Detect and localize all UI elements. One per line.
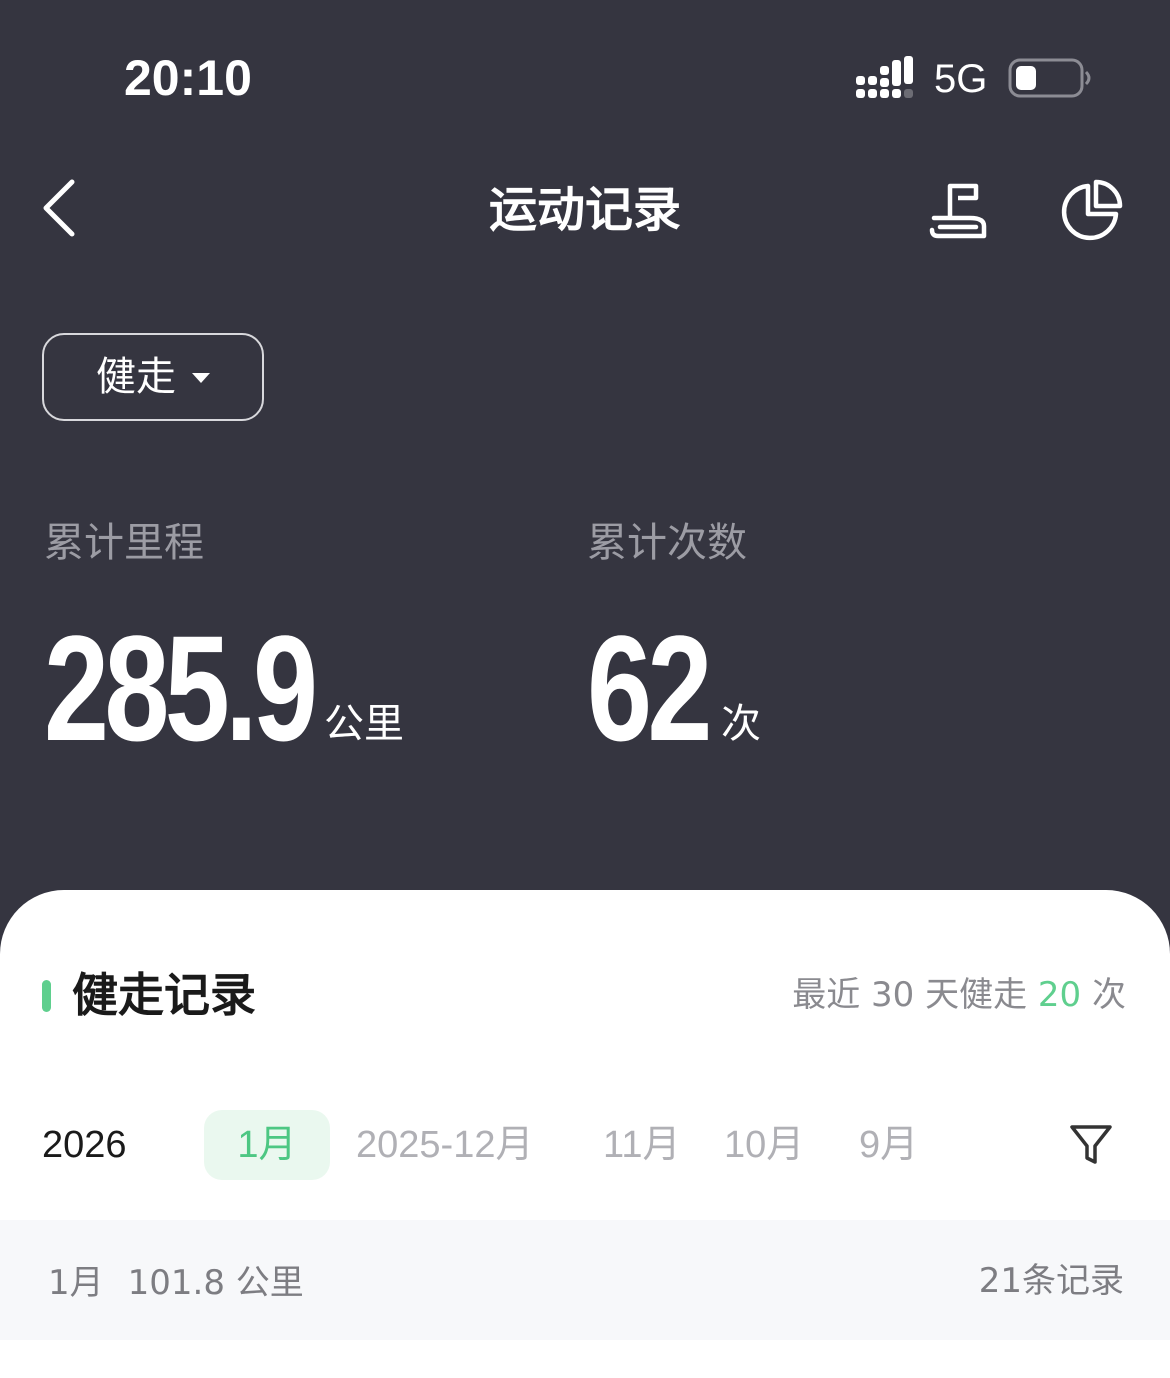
sport-type-dropdown[interactable]: 健走 xyxy=(42,333,264,421)
month-summary-distance: 101.8 公里 xyxy=(127,1263,304,1303)
month-tab-10[interactable]: 10月 xyxy=(724,1110,804,1180)
total-count-unit: 次 xyxy=(721,701,761,747)
month-summary-month: 1月 xyxy=(48,1263,104,1303)
recent-count: 20 xyxy=(1037,975,1082,1015)
month-tab-2026-01[interactable]: 1月 xyxy=(204,1110,330,1180)
page-title: 运动记录 xyxy=(488,182,681,238)
caret-down-icon xyxy=(192,373,210,383)
month-summary-info: 1月 101.8 公里 xyxy=(48,1260,328,1306)
total-distance-unit: 公里 xyxy=(324,701,404,747)
records-section-title: 健走记录 xyxy=(72,968,256,1022)
month-tab-9[interactable]: 9月 xyxy=(859,1110,918,1180)
recent-summary-suffix: 次 xyxy=(1081,975,1126,1015)
total-distance-label: 累计里程 xyxy=(44,520,204,566)
network-type: 5G xyxy=(934,57,988,101)
section-accent-bar xyxy=(42,980,51,1012)
total-count-value: 62 xyxy=(587,604,712,772)
status-time: 20:10 xyxy=(124,50,252,106)
month-tab-11[interactable]: 11月 xyxy=(603,1110,680,1180)
month-tab-2025-12[interactable]: 2025-12月 xyxy=(356,1110,533,1180)
month-summary-count: 21条记录 xyxy=(978,1261,1124,1301)
pie-chart-icon[interactable] xyxy=(1060,178,1124,242)
filter-funnel-icon[interactable] xyxy=(1068,1122,1114,1168)
recent-30-days-summary: 最近 30 天健走 20 次 xyxy=(792,972,1126,1018)
month-summary-row[interactable]: 1月 101.8 公里 21条记录 xyxy=(0,1220,1170,1340)
total-distance-value: 285.9 xyxy=(44,604,318,772)
recent-summary-prefix: 最近 30 天健走 xyxy=(792,975,1038,1015)
records-panel: 健走记录 最近 30 天健走 20 次 2026 1月 2025-12月 11月… xyxy=(0,890,1170,1378)
podium-flag-icon[interactable] xyxy=(928,180,992,240)
battery-icon xyxy=(1008,58,1091,98)
sport-type-label: 健走 xyxy=(96,354,176,400)
year-label: 2026 xyxy=(42,1124,127,1166)
signal-icon xyxy=(856,56,913,98)
total-count-label: 累计次数 xyxy=(587,520,747,566)
exercise-records-screen: 20:10 5G 运动记录 健走 累计里程 285.9 公里 累计次数 62 次… xyxy=(0,0,1170,1378)
